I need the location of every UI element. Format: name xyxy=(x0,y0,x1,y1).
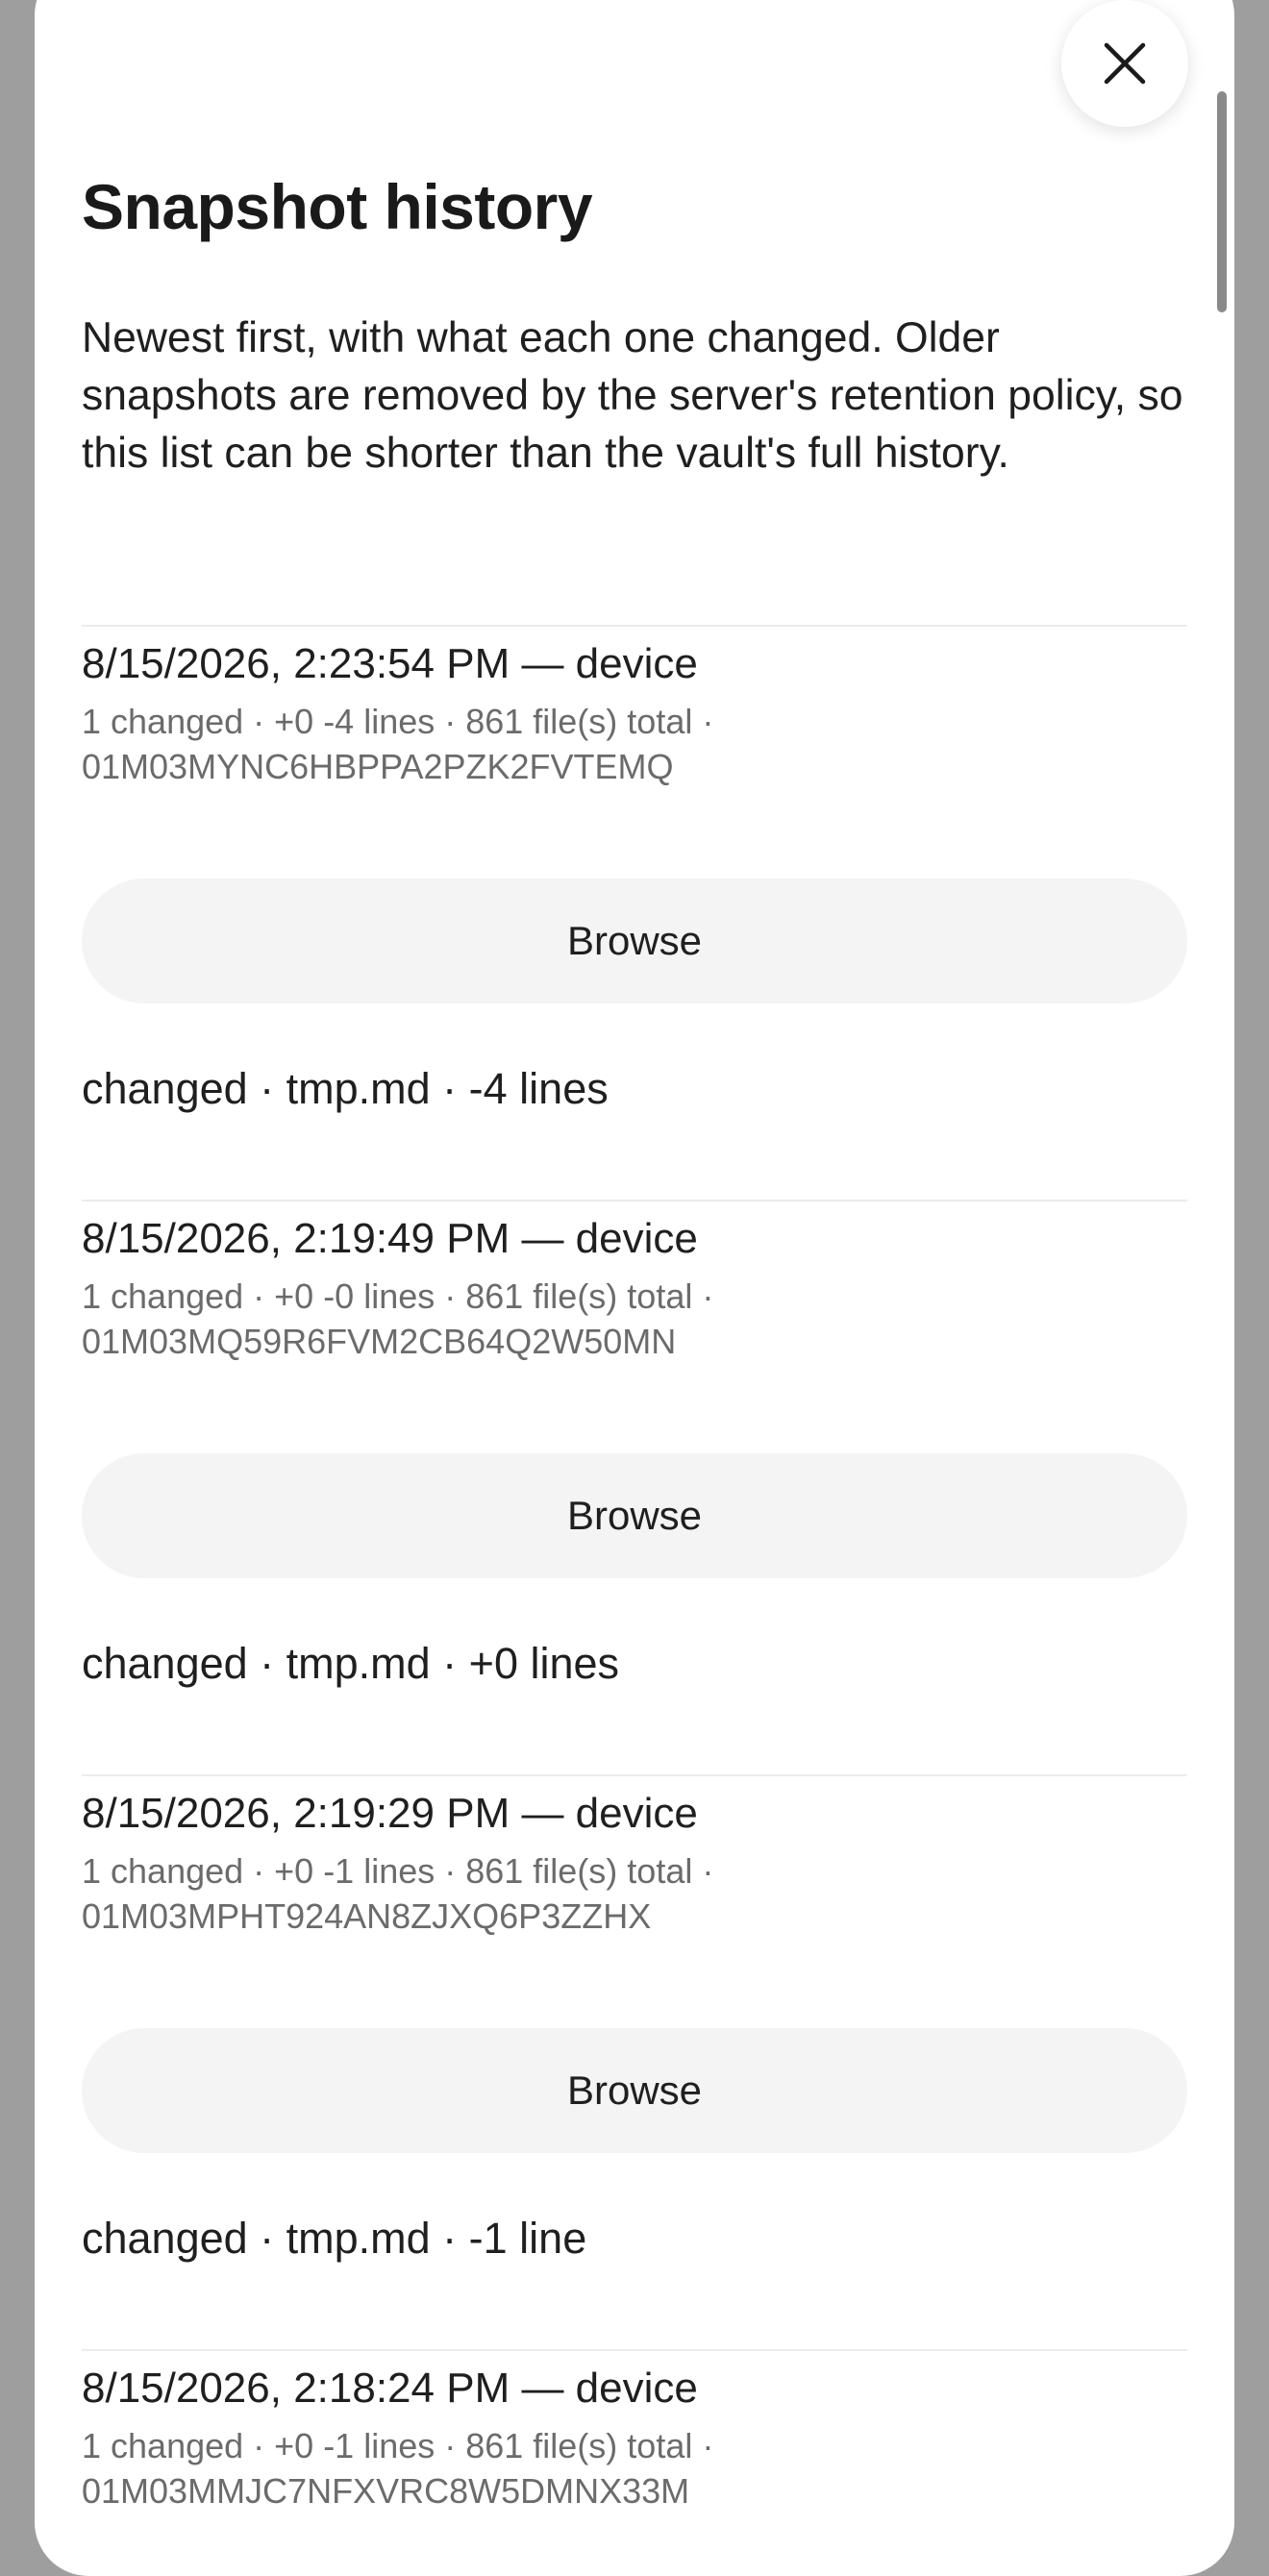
snapshot-meta: 1 changed · +0 -4 lines · 861 file(s) to… xyxy=(82,702,714,786)
snapshot-meta: 1 changed · +0 -1 lines · 861 file(s) to… xyxy=(82,2426,714,2511)
divider xyxy=(82,2349,1187,2351)
snapshot-change: changed · tmp.md · -4 lines xyxy=(82,1064,609,1113)
close-button[interactable] xyxy=(1061,0,1188,127)
close-icon xyxy=(1102,40,1148,87)
divider xyxy=(82,625,1187,627)
scrollbar[interactable] xyxy=(1217,91,1227,312)
snapshot-title: 8/15/2026, 2:23:54 PM — device xyxy=(82,640,698,687)
snapshot-change: changed · tmp.md · +0 lines xyxy=(82,1639,620,1688)
description-text: Newest first, with what each one changed… xyxy=(82,314,1183,477)
browse-button[interactable]: Browse xyxy=(82,1453,1187,1578)
divider xyxy=(82,1200,1187,1201)
snapshot-title: 8/15/2026, 2:19:29 PM — device xyxy=(82,1790,698,1837)
browse-button[interactable]: Browse xyxy=(82,879,1187,1003)
snapshot-meta: 1 changed · +0 -1 lines · 861 file(s) to… xyxy=(82,1851,714,1936)
page-title: Snapshot history xyxy=(82,171,593,242)
divider xyxy=(82,1774,1187,1776)
browse-button[interactable]: Browse xyxy=(82,2028,1187,2153)
snapshot-change: changed · tmp.md · -1 line xyxy=(82,2214,587,2263)
snapshot-meta: 1 changed · +0 -0 lines · 861 file(s) to… xyxy=(82,1276,714,1361)
snapshot-title: 8/15/2026, 2:19:49 PM — device xyxy=(82,1215,698,1262)
snapshot-history-sheet: Snapshot history Newest first, with what… xyxy=(35,0,1234,2576)
snapshot-title: 8/15/2026, 2:18:24 PM — device xyxy=(82,2365,698,2412)
